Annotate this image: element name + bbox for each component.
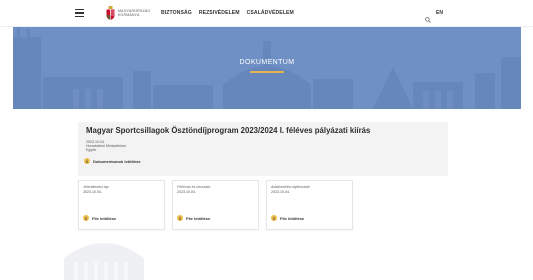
file-card: Adatkezelési tájékoztató 2023.10.04. Fil… — [266, 180, 353, 230]
file-download-label: File letöltése — [280, 215, 305, 221]
language-switch[interactable]: EN — [436, 10, 443, 16]
download-icon — [177, 215, 183, 221]
building-decoration-graphic — [64, 243, 144, 280]
file-date: 2023.10.04. — [271, 190, 290, 194]
nav-item-biztonsag[interactable]: BIZTONSÁG — [161, 10, 192, 16]
document-title: Magyar Sportcsillagok Ösztöndíjprogram 2… — [86, 126, 371, 135]
file-download-button[interactable]: File letöltése — [83, 215, 116, 221]
title-underline — [250, 71, 284, 73]
file-download-label: File letöltése — [186, 215, 211, 221]
brand-name[interactable]: Magyarország Kormánya — [118, 9, 150, 17]
file-download-label: File letöltése — [92, 215, 117, 221]
file-download-button[interactable]: File letöltése — [271, 215, 304, 221]
documents-download-label: Dokumentumok letöltése — [93, 158, 141, 164]
file-date: 2023.10.04. — [83, 190, 102, 194]
file-date: 2023.10.04. — [177, 190, 196, 194]
file-label: Jelentkezési lap — [83, 185, 109, 189]
hamburger-menu-icon[interactable] — [75, 9, 84, 17]
brand-line-2: Kormánya — [118, 13, 140, 18]
download-icon — [83, 215, 89, 221]
nav-item-rezsivedelem[interactable]: REZSIVÉDELEM — [199, 10, 240, 16]
documents-download-button[interactable]: Dokumentumok letöltése — [84, 158, 141, 164]
file-card: Jelentkezési lap 2023.10.04. File letölt… — [78, 180, 165, 230]
file-card: Felhívás és útmutató 2023.10.04. File le… — [172, 180, 259, 230]
file-label: Adatkezelési tájékoztató — [271, 185, 310, 189]
download-icon — [84, 158, 90, 164]
file-download-button[interactable]: File letöltése — [177, 215, 210, 221]
parliament-silhouette-graphic — [13, 27, 521, 109]
document-card: Magyar Sportcsillagok Ösztöndíjprogram 2… — [78, 122, 448, 176]
nav-item-csaladvedelem[interactable]: CSALÁDVÉDELEM — [247, 10, 294, 16]
download-icon — [271, 215, 277, 221]
file-label: Felhívás és útmutató — [177, 185, 211, 189]
main-nav: BIZTONSÁG REZSIVÉDELEM CSALÁDVÉDELEM — [161, 10, 294, 16]
page-title: DOKUMENTUM — [239, 59, 295, 66]
search-icon[interactable] — [425, 10, 431, 23]
hungarian-crest-logo[interactable] — [106, 6, 115, 20]
hero-banner: DOKUMENTUM — [13, 27, 521, 109]
top-navigation-bar: Magyarország Kormánya BIZTONSÁG REZSIVÉD… — [0, 0, 533, 27]
document-category: Egyéb — [86, 148, 97, 152]
